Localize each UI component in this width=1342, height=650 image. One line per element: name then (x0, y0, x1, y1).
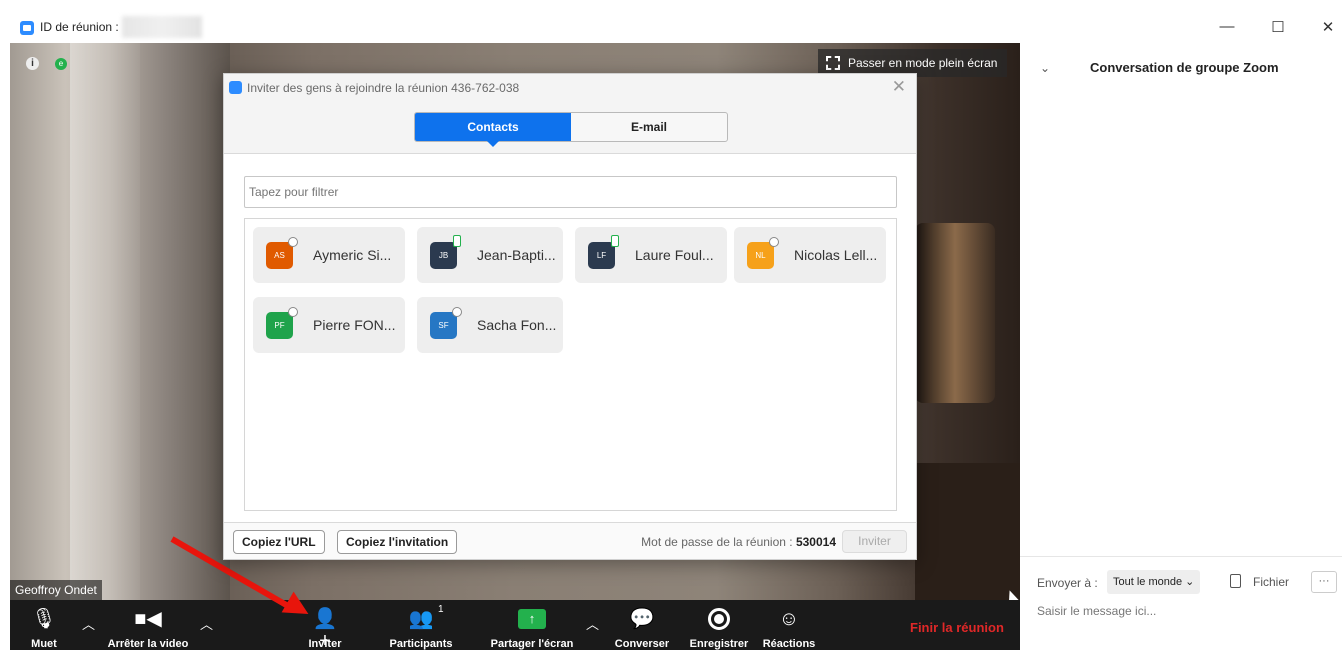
avatar: NL (747, 242, 774, 269)
record-icon (708, 608, 730, 630)
meeting-password-value: 530014 (795, 535, 836, 549)
contact-name: Jean-Bapti... (477, 247, 556, 263)
video-background-shadow (915, 463, 1020, 600)
invite-tabs: Contacts E-mail (414, 112, 728, 147)
avatar: SF (430, 312, 457, 339)
meeting-password-label: Mot de passe de la réunion : (641, 535, 793, 549)
status-online-icon (611, 235, 619, 247)
close-window-button[interactable]: ✕ (1318, 18, 1338, 36)
record-label: Enregistrer (689, 638, 749, 650)
stop-video-button[interactable]: ■◀ Arrêter la video (100, 600, 196, 650)
invite-dialog-footer: Copiez l'URL Copiez l'invitation Mot de … (224, 522, 916, 559)
contact-card[interactable]: AS Aymeric Si... (253, 227, 405, 283)
send-to-label: Envoyer à : (1037, 576, 1098, 590)
contact-card[interactable]: PF Pierre FON... (253, 297, 405, 353)
fullscreen-label: Passer en mode plein écran (848, 56, 998, 70)
video-background-highlight (70, 43, 140, 600)
avatar: PF (266, 312, 293, 339)
microphone-icon: 🎙 (31, 608, 57, 630)
contacts-list: AS Aymeric Si... JB Jean-Bapti... LF Lau… (244, 218, 897, 511)
invite-dialog: Inviter des gens à rejoindre la réunion … (223, 73, 917, 560)
audio-options-chevron-icon[interactable]: ︿ (82, 614, 95, 633)
file-icon[interactable] (1230, 574, 1241, 588)
share-screen-label: Partager l'écran (490, 638, 574, 650)
chat-compose-area: Envoyer à : Tout le monde ⌄ Fichier ··· … (1020, 556, 1342, 650)
chat-panel: ⌄ Conversation de groupe Zoom Envoyer à … (1020, 43, 1342, 650)
fullscreen-icon (826, 56, 840, 70)
share-options-chevron-icon[interactable]: ︿ (586, 614, 599, 633)
contact-name: Aymeric Si... (313, 247, 392, 263)
send-to-select[interactable]: Tout le monde ⌄ (1107, 570, 1201, 594)
more-options-button[interactable]: ··· (1311, 571, 1337, 593)
meeting-info-icon[interactable]: i (26, 57, 39, 70)
video-camera-icon: ■◀ (134, 608, 162, 630)
invite-dialog-header: Inviter des gens à rejoindre la réunion … (224, 74, 916, 154)
participant-name-badge: Geoffroy Ondet (10, 580, 102, 600)
share-screen-button[interactable]: ↑ Partager l'écran (484, 600, 580, 650)
meeting-id-value-blurred (122, 16, 202, 38)
chevron-down-icon: ⌄ (1185, 576, 1195, 588)
maximize-button[interactable]: ☐ (1268, 18, 1288, 36)
invite-send-button[interactable]: Inviter (842, 530, 907, 553)
file-button-label[interactable]: Fichier (1253, 575, 1289, 589)
contact-card[interactable]: NL Nicolas Lell... (734, 227, 886, 283)
participants-icon: 👥 (408, 608, 434, 630)
meeting-toolbar: 🎙 Muet ︿ ■◀ Arrêter la video ︿ 👤+ Invite… (10, 600, 1020, 650)
contact-card[interactable]: JB Jean-Bapti... (417, 227, 563, 283)
end-meeting-button[interactable]: Finir la réunion (910, 620, 1004, 635)
copy-invitation-button[interactable]: Copiez l'invitation (337, 530, 458, 554)
contact-name: Laure Foul... (635, 247, 714, 263)
zoom-meeting-window: ID de réunion : — ☐ ✕ i e Passer en mode… (0, 0, 1342, 650)
chat-button[interactable]: 💬 Converser (612, 600, 672, 650)
video-options-chevron-icon[interactable]: ︿ (200, 614, 213, 633)
chat-bubble-icon: 💬 (629, 608, 655, 630)
participants-count: 1 (438, 604, 444, 615)
contact-name: Nicolas Lell... (794, 247, 878, 263)
record-button[interactable]: Enregistrer (686, 600, 752, 650)
status-offline-icon (288, 307, 298, 317)
tab-contacts[interactable]: Contacts (415, 113, 571, 147)
tab-email[interactable]: E-mail (571, 113, 727, 141)
status-online-icon (453, 235, 461, 247)
stop-video-label: Arrêter la video (107, 638, 189, 650)
zoom-logo-icon (229, 81, 242, 94)
contact-card[interactable]: LF Laure Foul... (575, 227, 727, 283)
video-background-lamp (915, 223, 995, 403)
zoom-logo-icon (20, 21, 34, 35)
status-offline-icon (452, 307, 462, 317)
mute-label: Muet (31, 638, 57, 650)
chat-message-input[interactable]: Saisir le message ici... (1037, 604, 1156, 618)
chat-collapse-chevron-icon[interactable]: ⌄ (1040, 61, 1050, 75)
title-bar: ID de réunion : — ☐ ✕ (0, 0, 1342, 43)
contact-card[interactable]: SF Sacha Fon... (417, 297, 563, 353)
status-offline-icon (288, 237, 298, 247)
chat-title: Conversation de groupe Zoom (1090, 60, 1279, 75)
meeting-id-label: ID de réunion : (40, 20, 119, 34)
participants-button[interactable]: 👥 1 Participants (386, 600, 456, 650)
invite-label: Inviter (308, 638, 342, 650)
contact-name: Sacha Fon... (477, 317, 557, 333)
avatar: AS (266, 242, 293, 269)
contact-name: Pierre FON... (313, 317, 396, 333)
reactions-label: Réactions (762, 638, 816, 650)
meeting-password: Mot de passe de la réunion : 530014 (641, 535, 836, 549)
status-offline-icon (769, 237, 779, 247)
copy-url-button[interactable]: Copiez l'URL (233, 530, 325, 554)
contact-filter-input[interactable] (244, 176, 897, 208)
minimize-button[interactable]: — (1217, 18, 1237, 35)
chat-label: Converser (614, 638, 670, 650)
send-to-value: Tout le monde (1113, 576, 1183, 588)
mute-button[interactable]: 🎙 Muet (22, 600, 66, 650)
participants-label: Participants (389, 638, 453, 650)
emoji-plus-icon: ☺ (778, 608, 800, 630)
invite-dialog-title: Inviter des gens à rejoindre la réunion … (247, 81, 520, 95)
encryption-shield-icon[interactable]: e (55, 58, 67, 70)
close-dialog-icon[interactable]: ✕ (892, 77, 906, 97)
share-screen-arrow-icon: ↑ (518, 609, 546, 629)
reactions-button[interactable]: ☺ Réactions (760, 600, 818, 650)
